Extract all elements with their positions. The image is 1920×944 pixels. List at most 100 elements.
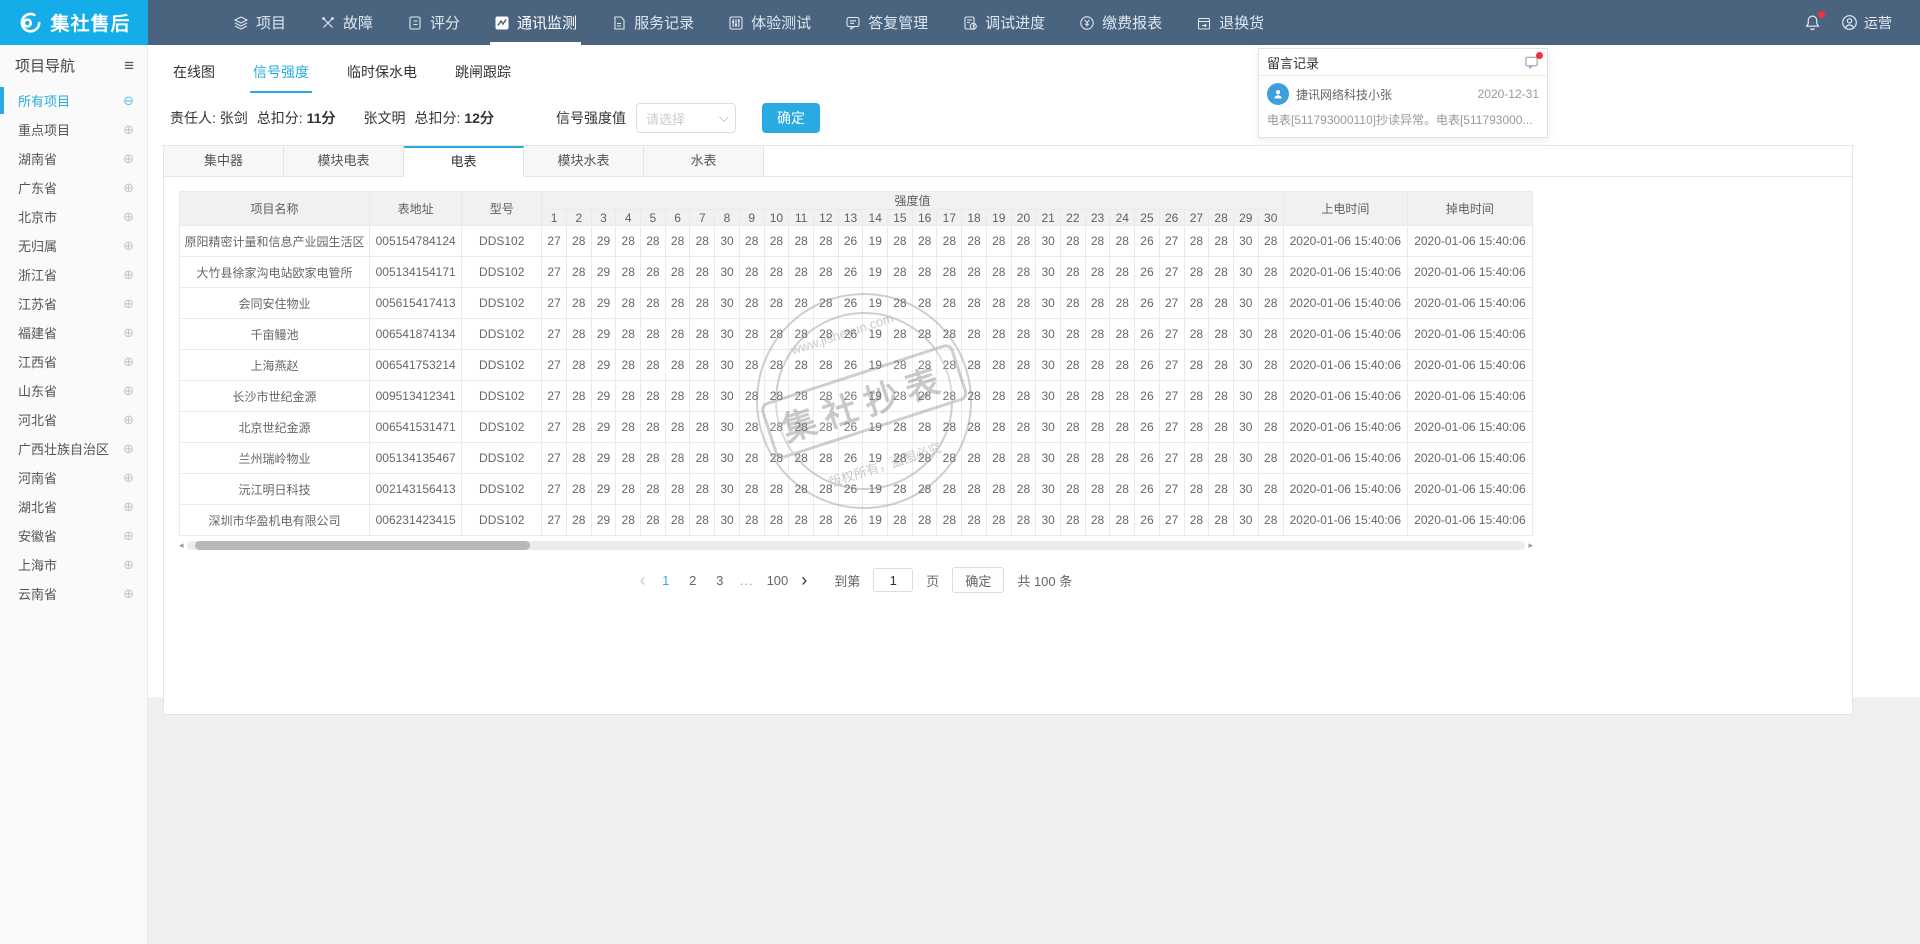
expand-icon[interactable]: ⊕ <box>123 470 134 486</box>
nav-item-reply-manage[interactable]: 答复管理 <box>845 0 928 45</box>
sidebar-item[interactable]: 安徽省⊕ <box>0 521 147 550</box>
strength-value-cell: 26 <box>1135 505 1160 536</box>
expand-icon[interactable]: ⊕ <box>123 238 134 254</box>
nav-item-debug-progress[interactable]: 调试进度 <box>962 0 1045 45</box>
filter-confirm-button[interactable]: 确定 <box>762 103 820 133</box>
meter-tab[interactable]: 模块电表 <box>284 146 404 177</box>
sidebar-item[interactable]: 福建省⊕ <box>0 318 147 347</box>
sidebar-item[interactable]: 云南省⊕ <box>0 579 147 608</box>
strength-value-cell: 28 <box>1085 350 1110 381</box>
sidebar-item[interactable]: 山东省⊕ <box>0 376 147 405</box>
notifications-button[interactable] <box>1804 14 1821 31</box>
strength-value-cell: 28 <box>665 350 690 381</box>
page-jump-input[interactable] <box>873 568 913 592</box>
expand-icon[interactable]: ⊕ <box>123 296 134 312</box>
sub-tab[interactable]: 信号强度 <box>250 62 312 93</box>
nav-item-monitor[interactable]: 通讯监测 <box>494 0 577 45</box>
next-page-button[interactable]: › <box>801 571 807 589</box>
strength-value-cell: 28 <box>739 505 764 536</box>
expand-icon[interactable]: ⊕ <box>123 325 134 341</box>
sidebar-item[interactable]: 无归属⊕ <box>0 231 147 260</box>
sidebar-item[interactable]: 江苏省⊕ <box>0 289 147 318</box>
nav-item-experience-test[interactable]: 体验测试 <box>728 0 811 45</box>
message-panel-header: 留言记录 <box>1259 49 1547 76</box>
strength-value-cell: 27 <box>1159 226 1184 257</box>
sidebar-item[interactable]: 所有项目⊖ <box>0 86 147 115</box>
project-name-cell: 深圳市华盈机电有限公司 <box>180 505 370 536</box>
scroll-left-icon[interactable]: ◂ <box>179 541 184 550</box>
meter-tab[interactable]: 集中器 <box>164 146 284 177</box>
strength-value-cell: 26 <box>838 505 863 536</box>
strength-value-cell: 29 <box>591 412 616 443</box>
sidebar-item[interactable]: 北京市⊕ <box>0 202 147 231</box>
expand-icon[interactable]: ⊕ <box>123 557 134 573</box>
strength-value-cell: 28 <box>641 443 666 474</box>
sidebar-item-label: 河南省 <box>18 468 57 487</box>
expand-icon[interactable]: ⊕ <box>123 354 134 370</box>
scrollbar-thumb[interactable] <box>195 541 530 550</box>
strength-value-cell: 28 <box>789 257 814 288</box>
sidebar-item[interactable]: 上海市⊕ <box>0 550 147 579</box>
expand-icon[interactable]: ⊕ <box>123 586 134 602</box>
user-menu[interactable]: 运营 <box>1841 13 1892 33</box>
scrollbar-track[interactable] <box>187 541 1526 550</box>
expand-icon[interactable]: ⊕ <box>123 383 134 399</box>
message-item[interactable]: 捷讯网络科技小张2020-12-31电表[511793000110]抄读异常。电… <box>1259 76 1547 137</box>
strength-value-cell: 28 <box>1258 381 1283 412</box>
sidebar-item[interactable]: 湖南省⊕ <box>0 144 147 173</box>
expand-icon[interactable]: ⊕ <box>123 122 134 138</box>
sub-tab[interactable]: 在线图 <box>170 62 218 93</box>
expand-icon[interactable]: ⊕ <box>123 209 134 225</box>
page-number-100[interactable]: 100 <box>767 573 789 588</box>
expand-icon[interactable]: ⊕ <box>123 499 134 515</box>
page-number-1[interactable]: 1 <box>659 573 673 588</box>
prev-page-button[interactable]: ‹ <box>640 571 646 589</box>
expand-icon[interactable]: ⊕ <box>123 180 134 196</box>
strength-value-cell: 28 <box>813 226 838 257</box>
sidebar-item[interactable]: 河南省 ⊕ <box>0 463 147 492</box>
meter-tab[interactable]: 模块水表 <box>524 146 644 177</box>
strength-value-cell: 30 <box>715 505 740 536</box>
table-row: 原阳精密计量和信息产业园生活区005154784124DDS1022728292… <box>180 226 1533 257</box>
page-number-2[interactable]: 2 <box>686 573 700 588</box>
app-logo[interactable]: 集社售后 <box>0 0 148 45</box>
expand-icon[interactable]: ⊕ <box>123 267 134 283</box>
nav-item-service-record[interactable]: 服务记录 <box>611 0 694 45</box>
collapse-icon[interactable]: ⊖ <box>123 93 134 109</box>
sub-tab[interactable]: 临时保水电 <box>344 62 420 93</box>
hamburger-icon[interactable]: ≡ <box>124 56 134 76</box>
strength-value-cell: 27 <box>542 226 567 257</box>
nav-item-layers[interactable]: 项目 <box>233 0 286 45</box>
strength-value-cell: 28 <box>1085 288 1110 319</box>
nav-item-fault[interactable]: 故障 <box>320 0 373 45</box>
strength-value-cell: 30 <box>1036 474 1061 505</box>
sidebar-item[interactable]: 广西壮族自治区⊕ <box>0 434 147 463</box>
strength-value-cell: 28 <box>665 505 690 536</box>
sidebar-item[interactable]: 浙江省⊕ <box>0 260 147 289</box>
expand-icon[interactable]: ⊕ <box>123 412 134 428</box>
sidebar-item[interactable]: 重点项目⊕ <box>0 115 147 144</box>
strength-value-cell: 28 <box>962 474 987 505</box>
strength-value-cell: 28 <box>641 505 666 536</box>
expand-icon[interactable]: ⊕ <box>123 441 134 457</box>
expand-icon[interactable]: ⊕ <box>123 151 134 167</box>
meter-tab[interactable]: 电表 <box>404 146 524 177</box>
sidebar-item[interactable]: 江西省⊕ <box>0 347 147 376</box>
message-icon-button[interactable] <box>1524 55 1539 70</box>
nav-item-score[interactable]: 评分 <box>407 0 460 45</box>
sidebar-item[interactable]: 湖北省⊕ <box>0 492 147 521</box>
expand-icon[interactable]: ⊕ <box>123 528 134 544</box>
strength-select[interactable]: 请选择 <box>636 103 736 133</box>
meter-tab[interactable]: 水表 <box>644 146 764 177</box>
sidebar-item[interactable]: 河北省⊕ <box>0 405 147 434</box>
page-jump-confirm-button[interactable]: 确定 <box>952 567 1004 593</box>
sub-tab[interactable]: 跳闸跟踪 <box>452 62 514 93</box>
strength-value-cell: 28 <box>616 226 641 257</box>
scroll-right-icon[interactable]: ▸ <box>1528 541 1533 550</box>
strength-value-cell: 28 <box>1209 288 1234 319</box>
strength-value-cell: 28 <box>1061 226 1086 257</box>
nav-item-payment-report[interactable]: 缴费报表 <box>1079 0 1162 45</box>
nav-item-return-goods[interactable]: 退换货 <box>1196 0 1264 45</box>
page-number-3[interactable]: 3 <box>713 573 727 588</box>
sidebar-item[interactable]: 广东省⊕ <box>0 173 147 202</box>
